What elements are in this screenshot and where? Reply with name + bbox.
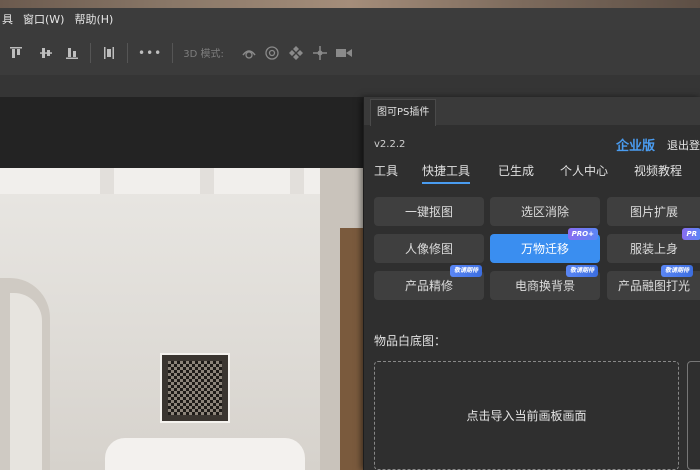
roll-3d-icon[interactable] [260, 45, 284, 61]
coming-soon-badge: 敬请期待 [660, 265, 693, 277]
mode-3d-label: 3D 模式: [183, 49, 224, 60]
product-blend-lighting-button[interactable]: 产品融图打光 敬请期待 [607, 265, 700, 300]
more-options-button[interactable]: ••• [138, 46, 162, 60]
ceiling-beam [290, 168, 304, 194]
tab-video-tutorials[interactable]: 视频教程 [634, 162, 682, 179]
wall-arch-inner [10, 293, 42, 470]
ceiling [0, 168, 365, 194]
rotate-3d-icon[interactable] [238, 46, 260, 60]
menu-item-help[interactable]: 帮助(H) [74, 11, 113, 27]
top-strip [0, 0, 700, 8]
distribute-icon[interactable] [101, 46, 117, 60]
selection-erase-button[interactable]: 选区消除 [490, 197, 600, 226]
camera-3d-icon[interactable] [332, 47, 356, 59]
menu-item-window[interactable]: 窗口(W) [23, 11, 64, 27]
divider [90, 42, 91, 63]
pan-3d-icon[interactable] [284, 45, 308, 61]
portrait-retouch-button[interactable]: 人像修图 [374, 234, 484, 263]
align-bottom-icon[interactable] [64, 46, 80, 60]
one-click-cutout-button[interactable]: 一键抠图 [374, 197, 484, 226]
enterprise-label[interactable]: 企业版 [616, 135, 655, 154]
button-label: 万物迁移 [520, 242, 569, 256]
framed-picture [160, 353, 230, 423]
align-top-icon[interactable] [8, 46, 24, 60]
panel-nav-tabs: 工具 快捷工具 已生成 个人中心 视频教程 [364, 162, 700, 186]
clothing-tryon-button[interactable]: 服装上身 PR [607, 228, 700, 263]
product-refine-button[interactable]: 产品精修 敬请期待 [374, 265, 484, 300]
tab-generated[interactable]: 已生成 [498, 162, 534, 179]
sofa [105, 438, 305, 470]
version-label: v2.2.2 [374, 139, 406, 150]
menu-item-tools[interactable]: 具 [2, 11, 13, 27]
pro-plus-badge: PRO+ [567, 228, 598, 240]
panel-tab[interactable]: 图可PS插件 [370, 99, 437, 126]
align-vcenter-icon[interactable] [38, 46, 54, 60]
button-label: 电商换背景 [514, 279, 575, 293]
button-label: 服装上身 [629, 242, 678, 256]
button-label: 一键抠图 [404, 205, 453, 219]
button-label: 图片扩展 [629, 205, 678, 219]
tab-tools[interactable]: 工具 [374, 162, 398, 179]
plugin-panel: 图可PS插件 v2.2.2 企业版 退出登 工具 快捷工具 已生成 个人中心 视… [363, 97, 700, 470]
side-card[interactable] [687, 361, 700, 470]
ecommerce-background-button[interactable]: 电商换背景 敬请期待 [490, 265, 600, 300]
divider [127, 42, 128, 63]
ceiling-beam [200, 168, 214, 194]
button-label: 产品精修 [404, 279, 453, 293]
logout-button[interactable]: 退出登 [667, 137, 700, 153]
import-dropzone[interactable]: 点击导入当前画板画面 [374, 361, 679, 470]
menu-bar: 具 窗口(W) 帮助(H) [0, 8, 700, 30]
dropzone-text: 点击导入当前画板画面 [466, 409, 587, 423]
object-transfer-button[interactable]: 万物迁移 PRO+ [490, 228, 600, 263]
document-tabs-bar [0, 75, 700, 97]
tab-personal-center[interactable]: 个人中心 [560, 162, 608, 179]
ceiling-beam [100, 168, 114, 194]
artwork [168, 361, 222, 415]
slide-3d-icon[interactable] [308, 45, 332, 61]
options-bar: ••• 3D 模式: [0, 30, 700, 76]
canvas-image[interactable] [0, 168, 365, 470]
button-label: 选区消除 [520, 205, 569, 219]
button-label: 产品融图打光 [617, 279, 690, 293]
panel-titlebar: 图可PS插件 [364, 97, 700, 126]
tab-quick-tools[interactable]: 快捷工具 [422, 162, 471, 184]
wooden-door [340, 228, 365, 470]
section-label: 物品白底图： [374, 334, 447, 348]
pro-badge: PR [682, 228, 700, 240]
image-expand-button[interactable]: 图片扩展 [607, 197, 700, 226]
coming-soon-badge: 敬请期待 [565, 265, 598, 277]
button-label: 人像修图 [404, 242, 453, 256]
divider [172, 42, 174, 63]
coming-soon-badge: 敬请期待 [449, 265, 482, 277]
